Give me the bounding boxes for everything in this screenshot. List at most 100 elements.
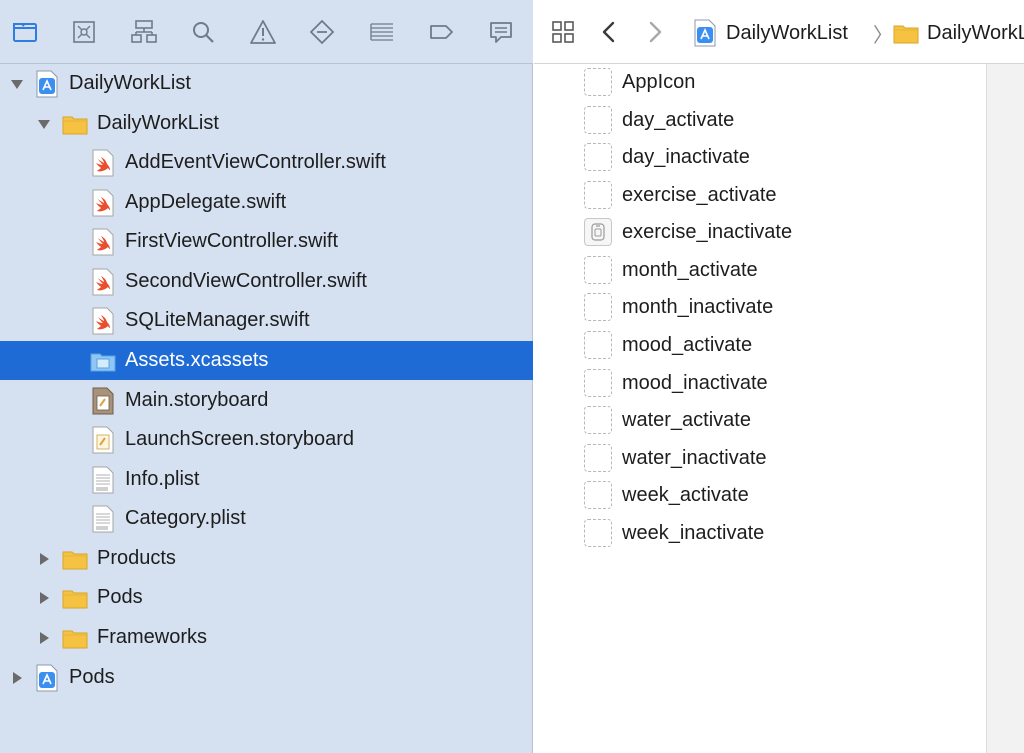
swift-file-icon (90, 307, 116, 335)
asset-item[interactable]: water_inactivate (584, 442, 767, 474)
asset-item[interactable]: mood_inactivate (584, 367, 768, 399)
storyboard-icon (90, 387, 116, 415)
source-control-icon[interactable] (67, 15, 101, 49)
asset-name: month_activate (622, 258, 758, 281)
tree-item-file[interactable]: AddEventViewController.swift (0, 143, 533, 182)
empty-asset-icon (584, 256, 612, 284)
empty-asset-icon (584, 481, 612, 509)
tree-item-file-selected[interactable]: Assets.xcassets (0, 341, 533, 380)
xcode-project-icon (34, 70, 60, 98)
tree-item-file[interactable]: SecondViewController.swift (0, 262, 533, 301)
debug-icon[interactable] (365, 15, 399, 49)
asset-name: day_activate (622, 108, 735, 131)
swift-file-icon (90, 189, 116, 217)
asset-name: water_inactivate (622, 446, 767, 469)
disclosure-collapsed-icon[interactable] (8, 669, 26, 687)
asset-catalog-icon (90, 347, 116, 375)
disclosure-collapsed-icon[interactable] (35, 629, 53, 647)
asset-item[interactable]: exercise_activate (584, 179, 777, 211)
folder-icon (893, 19, 919, 47)
folder-icon[interactable] (8, 15, 42, 49)
related-items-icon[interactable] (548, 17, 578, 47)
folder-icon (62, 624, 88, 652)
tree-item-file[interactable]: Main.storyboard (0, 381, 533, 420)
jump-bar: DailyWorkList 〉 DailyWorkList (534, 0, 1024, 64)
asset-item[interactable]: AppIcon (584, 66, 695, 98)
hierarchy-icon[interactable] (127, 15, 161, 49)
asset-name: exercise_activate (622, 183, 777, 206)
image-asset-icon (584, 218, 612, 246)
launch-storyboard-icon (90, 426, 116, 454)
swift-file-icon (90, 149, 116, 177)
asset-item[interactable]: day_activate (584, 104, 734, 136)
empty-asset-icon (584, 181, 612, 209)
tree-item-label: SQLiteManager.swift (125, 309, 310, 331)
disclosure-expanded-icon[interactable] (8, 75, 26, 93)
plist-icon (90, 466, 116, 494)
asset-name: day_inactivate (622, 145, 750, 168)
search-icon[interactable] (186, 15, 220, 49)
test-icon[interactable] (305, 15, 339, 49)
asset-item[interactable]: water_activate (584, 404, 751, 436)
asset-item[interactable]: month_inactivate (584, 291, 773, 323)
tree-item-project-dailyworklist[interactable]: DailyWorkList (0, 64, 533, 103)
breadcrumb-project[interactable]: DailyWorkList (692, 18, 848, 48)
tree-item-file[interactable]: LaunchScreen.storyboard (0, 420, 533, 459)
warning-icon[interactable] (246, 15, 280, 49)
tree-item-file[interactable]: AppDelegate.swift (0, 183, 533, 222)
tree-item-file[interactable]: Category.plist (0, 499, 533, 538)
back-chevron-icon[interactable] (594, 17, 624, 47)
editor-divider (986, 64, 1024, 753)
disclosure-collapsed-icon[interactable] (35, 550, 53, 568)
asset-item[interactable]: week_inactivate (584, 517, 764, 549)
tree-item-folder-products[interactable]: Products (0, 539, 533, 578)
breadcrumb-label: DailyWorkList (927, 21, 1024, 44)
report-icon[interactable] (484, 15, 518, 49)
tree-item-label: AppDelegate.swift (125, 191, 287, 213)
tree-item-project-pods[interactable]: Pods (0, 658, 533, 697)
asset-item[interactable]: week_activate (584, 479, 749, 511)
tree-item-label: Pods (69, 666, 115, 688)
asset-item[interactable]: exercise_inactivate (584, 216, 792, 248)
asset-item[interactable]: month_activate (584, 254, 758, 286)
tree-item-folder-frameworks[interactable]: Frameworks (0, 618, 533, 657)
empty-asset-icon (584, 444, 612, 472)
empty-asset-icon (584, 519, 612, 547)
asset-list: AppIcon day_activate day_inactivate exer… (534, 64, 986, 753)
tree-item-folder-pods[interactable]: Pods (0, 578, 533, 617)
tree-item-label: Main.storyboard (125, 389, 269, 411)
asset-name: mood_inactivate (622, 371, 768, 394)
swift-file-icon (90, 268, 116, 296)
empty-asset-icon (584, 106, 612, 134)
navigator-toolbar (0, 0, 533, 64)
folder-icon (62, 584, 88, 612)
disclosure-collapsed-icon[interactable] (35, 589, 53, 607)
tree-item-file[interactable]: SQLiteManager.swift (0, 301, 533, 340)
disclosure-expanded-icon[interactable] (35, 115, 53, 133)
plist-icon (90, 505, 116, 533)
tree-item-label: DailyWorkList (69, 72, 191, 94)
asset-name: exercise_inactivate (622, 220, 793, 243)
tree-item-label: Pods (97, 586, 143, 608)
tree-item-folder-dailyworklist[interactable]: DailyWorkList (0, 104, 533, 143)
folder-icon (62, 545, 88, 573)
tree-item-label: SecondViewController.swift (125, 270, 367, 292)
xcode-project-icon (34, 664, 60, 692)
tree-item-file[interactable]: FirstViewController.swift (0, 222, 533, 261)
breadcrumb-label: DailyWorkList (726, 21, 848, 44)
tree-item-label: AddEventViewController.swift (125, 151, 386, 173)
breadcrumb-folder[interactable]: DailyWorkList (893, 18, 1024, 48)
asset-item[interactable]: day_inactivate (584, 141, 750, 173)
tree-item-label: FirstViewController.swift (125, 230, 339, 252)
forward-chevron-icon[interactable] (640, 17, 670, 47)
asset-name: AppIcon (622, 70, 696, 93)
tree-item-label: LaunchScreen.storyboard (125, 428, 355, 450)
tree-item-label: DailyWorkList (97, 112, 219, 134)
tree-item-label: Info.plist (125, 468, 200, 490)
swift-file-icon (90, 228, 116, 256)
tree-item-label: Frameworks (97, 626, 208, 648)
tree-item-file[interactable]: Info.plist (0, 460, 533, 499)
breakpoint-icon[interactable] (424, 15, 458, 49)
asset-name: week_activate (622, 483, 749, 506)
asset-item[interactable]: mood_activate (584, 329, 752, 361)
